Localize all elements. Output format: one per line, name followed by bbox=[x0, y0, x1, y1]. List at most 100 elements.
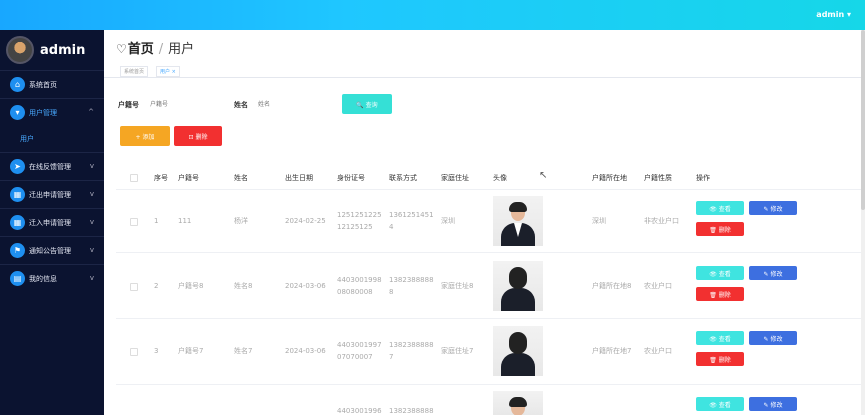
card-icon: ▤ bbox=[10, 271, 25, 286]
cell-hukou: 户籍号7 bbox=[178, 347, 204, 355]
breadcrumb-tab-home[interactable]: 系统首页 bbox=[120, 66, 149, 77]
sidebar-item-myinfo[interactable]: ▤ 我的信息 v bbox=[0, 264, 104, 292]
add-button[interactable]: + 添加 bbox=[120, 126, 170, 146]
title-home: 首页 bbox=[127, 42, 154, 57]
sidebar-subitem-user[interactable]: 用户 bbox=[0, 126, 104, 152]
edit-button[interactable]: ✎ 修改 bbox=[749, 331, 797, 345]
cell-idcard-1: 4403001998 bbox=[337, 276, 382, 284]
col-hukou: 户籍号 bbox=[178, 174, 199, 182]
page-scrollbar[interactable] bbox=[861, 30, 865, 415]
row-delete-button[interactable]: 🗑 删除 bbox=[696, 287, 744, 301]
cell-name: 姓名8 bbox=[234, 282, 253, 290]
cell-idcard-2: 08080008 bbox=[337, 288, 373, 296]
name-search-input[interactable] bbox=[258, 98, 318, 110]
cell-birth: 2024-02-25 bbox=[285, 217, 326, 225]
user-menu[interactable]: admin ▾ bbox=[816, 10, 851, 19]
breadcrumb: 系统首页 用户 × bbox=[104, 64, 865, 78]
user-photo bbox=[493, 196, 543, 246]
cell-hukou: 111 bbox=[178, 217, 192, 225]
sidebar-item-label: 用户管理 bbox=[29, 108, 57, 117]
col-avatar: 头像 bbox=[493, 174, 507, 182]
cell-location: 深圳 bbox=[592, 217, 606, 225]
chevron-down-icon: v bbox=[89, 246, 94, 254]
heart-icon: ♡ bbox=[116, 42, 127, 56]
user-photo bbox=[493, 326, 543, 376]
view-button[interactable]: 👁 查看 bbox=[696, 331, 744, 345]
row-checkbox[interactable] bbox=[130, 348, 138, 356]
cell-phone-1: 1361251451 bbox=[389, 211, 434, 219]
view-button[interactable]: 👁 查看 bbox=[696, 266, 744, 280]
col-idcard: 身份证号 bbox=[337, 174, 365, 182]
title-current: 用户 bbox=[168, 42, 195, 57]
sidebar-item-home[interactable]: ⌂ 系统首页 bbox=[0, 70, 104, 98]
brand: admin bbox=[0, 30, 104, 70]
row-checkbox[interactable] bbox=[130, 283, 138, 291]
sidebar-item-label: 在线反馈管理 bbox=[29, 162, 71, 171]
cell-idcard-1: 1251251225 bbox=[337, 211, 382, 219]
hukou-search-input[interactable] bbox=[150, 98, 210, 110]
view-button[interactable]: 👁 查看 bbox=[696, 397, 744, 411]
edit-button[interactable]: ✎ 修改 bbox=[749, 266, 797, 280]
row-divider bbox=[116, 189, 865, 190]
cell-seq: 3 bbox=[154, 347, 159, 355]
row-checkbox[interactable] bbox=[130, 218, 138, 226]
col-birth: 出生日期 bbox=[285, 174, 313, 182]
sidebar-item-label: 迁入申请管理 bbox=[29, 218, 71, 227]
cell-seq: 1 bbox=[154, 217, 159, 225]
cell-phone-2: 4 bbox=[389, 223, 394, 231]
chevron-down-icon: v bbox=[89, 162, 94, 170]
name-label: 姓名 bbox=[234, 101, 248, 109]
cell-name: 姓名7 bbox=[234, 347, 253, 355]
select-all-checkbox[interactable] bbox=[130, 174, 138, 182]
brand-name: admin bbox=[40, 42, 86, 58]
chevron-down-icon: v bbox=[89, 218, 94, 226]
sidebar-item-label: 我的信息 bbox=[29, 274, 57, 283]
cell-location: 户籍所在地7 bbox=[592, 347, 632, 355]
cell-idcard-1: 4403001996 bbox=[337, 407, 382, 415]
view-button[interactable]: 👁 查看 bbox=[696, 201, 744, 215]
cell-hukou: 户籍号8 bbox=[178, 282, 204, 290]
row-delete-button[interactable]: 🗑 删除 bbox=[696, 352, 744, 366]
cell-address: 深圳 bbox=[441, 217, 455, 225]
cell-phone-1: 1382388888 bbox=[389, 276, 434, 284]
grid-icon: ▦ bbox=[10, 215, 25, 230]
col-phone: 联系方式 bbox=[389, 174, 417, 182]
cell-idcard-2: 12125125 bbox=[337, 223, 373, 231]
cell-address: 家庭住址8 bbox=[441, 282, 474, 290]
delete-button[interactable]: ⊡ 删除 bbox=[174, 126, 222, 146]
cell-name: 杨洋 bbox=[234, 217, 248, 225]
home-icon: ⌂ bbox=[10, 77, 25, 92]
sidebar-item-moveout[interactable]: ▦ 迁出申请管理 v bbox=[0, 180, 104, 208]
cell-type: 农业户口 bbox=[644, 282, 672, 290]
row-delete-button[interactable]: 🗑 删除 bbox=[696, 222, 744, 236]
cell-address: 家庭住址7 bbox=[441, 347, 474, 355]
sidebar-item-movein[interactable]: ▦ 迁入申请管理 v bbox=[0, 208, 104, 236]
cell-idcard-1: 4403001997 bbox=[337, 341, 382, 349]
user-photo bbox=[493, 261, 543, 311]
chevron-down-icon: v bbox=[89, 190, 94, 198]
cell-type: 非农业户口 bbox=[644, 217, 679, 225]
edit-button[interactable]: ✎ 修改 bbox=[749, 397, 797, 411]
mouse-cursor-icon: ↖ bbox=[539, 170, 548, 181]
cell-idcard-2: 07070007 bbox=[337, 353, 373, 361]
cell-birth: 2024-03-06 bbox=[285, 347, 326, 355]
edit-button[interactable]: ✎ 修改 bbox=[749, 201, 797, 215]
row-divider bbox=[116, 252, 865, 253]
sidebar-item-feedback[interactable]: ➤ 在线反馈管理 v bbox=[0, 152, 104, 180]
cell-location: 户籍所在地8 bbox=[592, 282, 632, 290]
sidebar-item-notice[interactable]: ⚑ 通知公告管理 v bbox=[0, 236, 104, 264]
cell-birth: 2024-03-06 bbox=[285, 282, 326, 290]
hukou-label: 户籍号 bbox=[118, 101, 139, 109]
user-photo bbox=[493, 391, 543, 415]
sidebar-item-label: 系统首页 bbox=[29, 80, 57, 89]
cell-phone-2: 8 bbox=[389, 288, 394, 296]
col-name: 姓名 bbox=[234, 174, 248, 182]
user-icon: ▾ bbox=[10, 105, 25, 120]
cell-seq: 2 bbox=[154, 282, 159, 290]
cell-phone-1: 1382388888 bbox=[389, 407, 434, 415]
scrollbar-thumb[interactable] bbox=[861, 30, 865, 210]
sidebar-item-user-management[interactable]: ▾ 用户管理 ^ bbox=[0, 98, 104, 126]
cell-type: 农业户口 bbox=[644, 347, 672, 355]
breadcrumb-tab-user[interactable]: 用户 × bbox=[156, 66, 180, 77]
search-button[interactable]: 🔍 查询 bbox=[342, 94, 392, 114]
